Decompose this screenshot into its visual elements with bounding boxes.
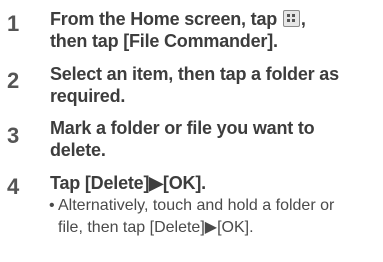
step-text-line: delete. <box>50 140 106 160</box>
note-text-line: file, then tap [Delete]▶[OK]. <box>58 219 254 236</box>
step-number: 2 <box>7 68 20 93</box>
step-text: , <box>300 9 306 29</box>
step-number: 3 <box>7 123 20 148</box>
step-text-line: Select an item, then tap a folder as <box>50 64 339 84</box>
note-bullet: • <box>49 197 55 214</box>
step-text-line: From the Home screen, tap , <box>50 8 306 30</box>
step-text-line: Mark a folder or file you want to <box>50 118 315 138</box>
step-number: 1 <box>7 11 20 36</box>
step-text-line: then tap [File Commander]. <box>50 31 278 51</box>
note-text-line: Alternatively, touch and hold a folder o… <box>58 197 335 214</box>
step-number: 4 <box>7 174 20 199</box>
apps-grid-icon <box>282 10 300 27</box>
step-text: From the Home screen, tap <box>50 9 278 29</box>
step-text-line: Tap [Delete]▶[OK]. <box>50 173 206 193</box>
step-text-line: required. <box>50 86 126 106</box>
